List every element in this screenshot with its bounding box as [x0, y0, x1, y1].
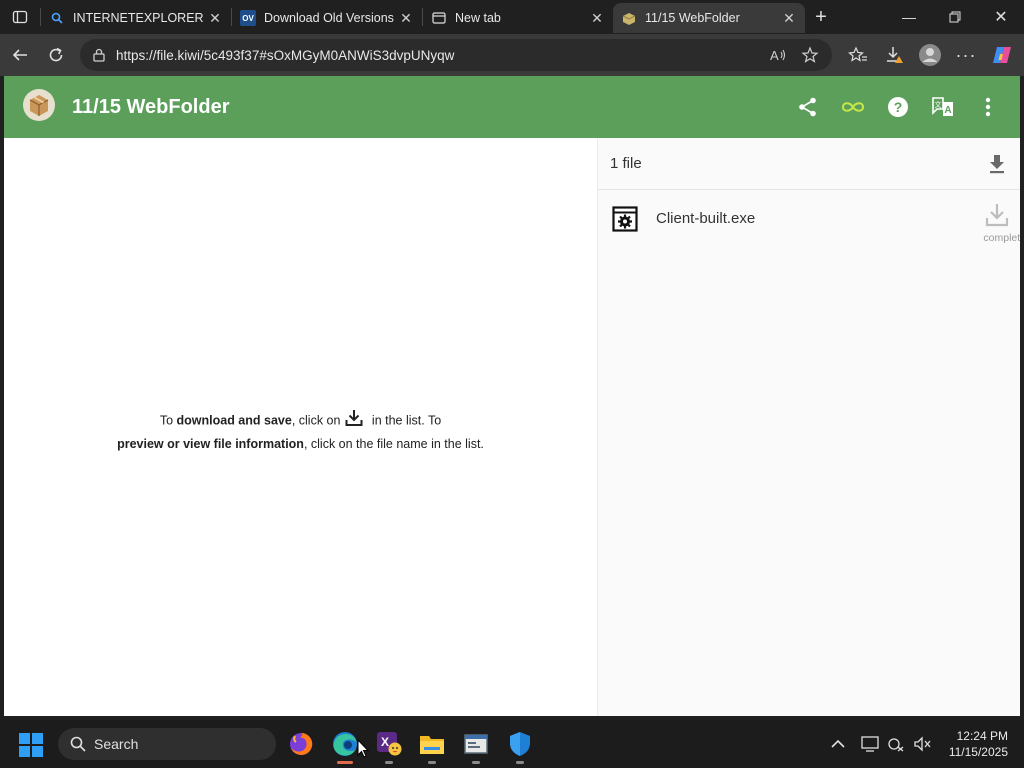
file-download-icon[interactable]: [982, 200, 1012, 230]
taskbar-firefox[interactable]: [281, 726, 321, 762]
copilot-icon[interactable]: [984, 37, 1020, 73]
downloads-icon[interactable]: [876, 37, 912, 73]
browser-tab-strip: INTERNETEXPLORER 6 D ✕ OV Download Old V…: [0, 0, 1024, 34]
svg-text:?: ?: [893, 99, 902, 115]
preview-pane: To download and save, click on in the li…: [4, 138, 597, 716]
read-aloud-icon[interactable]: A: [764, 41, 792, 69]
svg-text:A: A: [770, 48, 779, 63]
lock-icon[interactable]: [92, 48, 106, 62]
app-header: 11/15 WebFolder ? A文: [4, 76, 1020, 138]
search-label: Search: [94, 736, 139, 752]
tab-internetexplorer[interactable]: INTERNETEXPLORER 6 D ✕: [41, 3, 231, 33]
taskbar-app-purple[interactable]: X: [369, 726, 409, 764]
taskbar-search-box[interactable]: Search: [58, 728, 276, 760]
help-icon[interactable]: ?: [875, 89, 920, 125]
webfolder-favicon-icon: [621, 10, 637, 26]
page-title: 11/15 WebFolder: [72, 96, 230, 118]
close-window-icon[interactable]: ✕: [978, 0, 1024, 34]
newtab-icon: [431, 10, 447, 26]
app-emoji-icon: X: [377, 732, 402, 756]
windows-taskbar: Search X 12:24 PM 11/15/2025: [0, 720, 1024, 768]
windows-start-icon[interactable]: [18, 732, 44, 758]
close-tab-icon[interactable]: ✕: [589, 10, 605, 26]
window-controls: — ✕: [886, 0, 1024, 34]
favorites-icon[interactable]: [840, 37, 876, 73]
refresh-button[interactable]: [38, 37, 74, 73]
tab-label: New tab: [455, 11, 501, 25]
url-text[interactable]: https://file.kiwi/5c493f37#sOxMGyM0ANWiS…: [116, 48, 764, 63]
download-status-label: complete: [983, 232, 1020, 244]
tab-webfolder[interactable]: 11/15 WebFolder ✕: [613, 3, 805, 33]
infinity-icon[interactable]: [830, 89, 875, 125]
folder-icon: [420, 736, 444, 754]
file-list-pane: 1 file Client-built.exe complete: [597, 138, 1020, 716]
mouse-cursor-icon: [357, 739, 369, 758]
svg-text:文: 文: [934, 100, 941, 109]
taskbar-clock[interactable]: 12:24 PM 11/15/2025: [949, 728, 1008, 760]
taskbar-file-explorer[interactable]: [412, 726, 452, 764]
tab-actions-button[interactable]: [0, 0, 40, 34]
download-icon: [344, 408, 364, 434]
close-tab-icon[interactable]: ✕: [398, 10, 414, 26]
new-tab-button[interactable]: +: [805, 2, 837, 32]
tab-actions-icon: [12, 10, 28, 24]
tab-label: INTERNETEXPLORER 6 D: [73, 11, 207, 25]
tab-label: 11/15 WebFolder: [645, 11, 740, 25]
instructions-text: To download and save, click on in the li…: [4, 408, 597, 454]
edge-icon: [333, 732, 357, 756]
taskbar-app-window[interactable]: [456, 726, 496, 764]
back-arrow-icon: [12, 49, 27, 61]
close-tab-icon[interactable]: ✕: [207, 10, 223, 26]
file-name-link[interactable]: Client-built.exe: [656, 210, 755, 227]
taskbar-defender[interactable]: [500, 726, 540, 764]
ov-favicon-icon: OV: [240, 10, 256, 26]
back-button[interactable]: [2, 37, 38, 73]
more-options-icon[interactable]: ···: [948, 37, 984, 73]
share-icon[interactable]: [785, 89, 830, 125]
tab-download-old-versions[interactable]: OV Download Old Versions ✕: [232, 3, 422, 33]
instructions-line-1: To download and save, click on in the li…: [4, 408, 597, 434]
search-icon: [70, 736, 86, 752]
clock-date: 11/15/2025: [948, 745, 1008, 759]
network-icon[interactable]: [883, 731, 909, 757]
chevron-up-icon[interactable]: [825, 731, 851, 757]
svg-text:X: X: [381, 735, 389, 749]
system-tray: 12:24 PM 11/15/2025: [825, 720, 1024, 768]
running-indicator: [428, 761, 436, 764]
volume-muted-icon[interactable]: [909, 731, 935, 757]
browser-toolbar: https://file.kiwi/5c493f37#sOxMGyM0ANWiS…: [0, 34, 1024, 76]
favorite-star-icon[interactable]: [796, 41, 824, 69]
address-bar[interactable]: https://file.kiwi/5c493f37#sOxMGyM0ANWiS…: [80, 39, 832, 71]
search-icon: [49, 10, 65, 26]
webfolder-page: 11/15 WebFolder ? A文 To download and sav…: [4, 76, 1020, 716]
display-icon[interactable]: [857, 731, 883, 757]
instructions-line-2: preview or view file information, click …: [117, 437, 484, 451]
running-indicator: [472, 761, 480, 764]
minimize-icon[interactable]: —: [886, 0, 932, 34]
app-window-icon: [464, 734, 488, 754]
executable-file-icon: [612, 206, 638, 232]
profile-avatar-icon[interactable]: [912, 37, 948, 73]
shield-icon: [510, 732, 530, 756]
close-tab-icon[interactable]: ✕: [781, 10, 797, 26]
active-indicator: [337, 761, 353, 764]
running-indicator: [516, 761, 524, 764]
clock-time: 12:24 PM: [956, 729, 1008, 743]
translate-icon[interactable]: A文: [920, 89, 965, 125]
firefox-icon: [290, 732, 313, 755]
file-list-header: 1 file: [598, 138, 1020, 190]
restore-icon[interactable]: [932, 0, 978, 34]
box-logo-icon: [23, 89, 55, 121]
tab-label: Download Old Versions: [264, 11, 394, 25]
overflow-menu-icon[interactable]: [965, 89, 1010, 125]
tab-new-tab[interactable]: New tab ✕: [423, 3, 613, 33]
running-indicator: [385, 761, 393, 764]
svg-text:A: A: [944, 105, 951, 116]
list-item[interactable]: Client-built.exe complete: [598, 190, 1020, 246]
refresh-icon: [49, 47, 63, 62]
file-count: 1 file: [610, 155, 642, 172]
download-all-icon[interactable]: [984, 151, 1010, 177]
